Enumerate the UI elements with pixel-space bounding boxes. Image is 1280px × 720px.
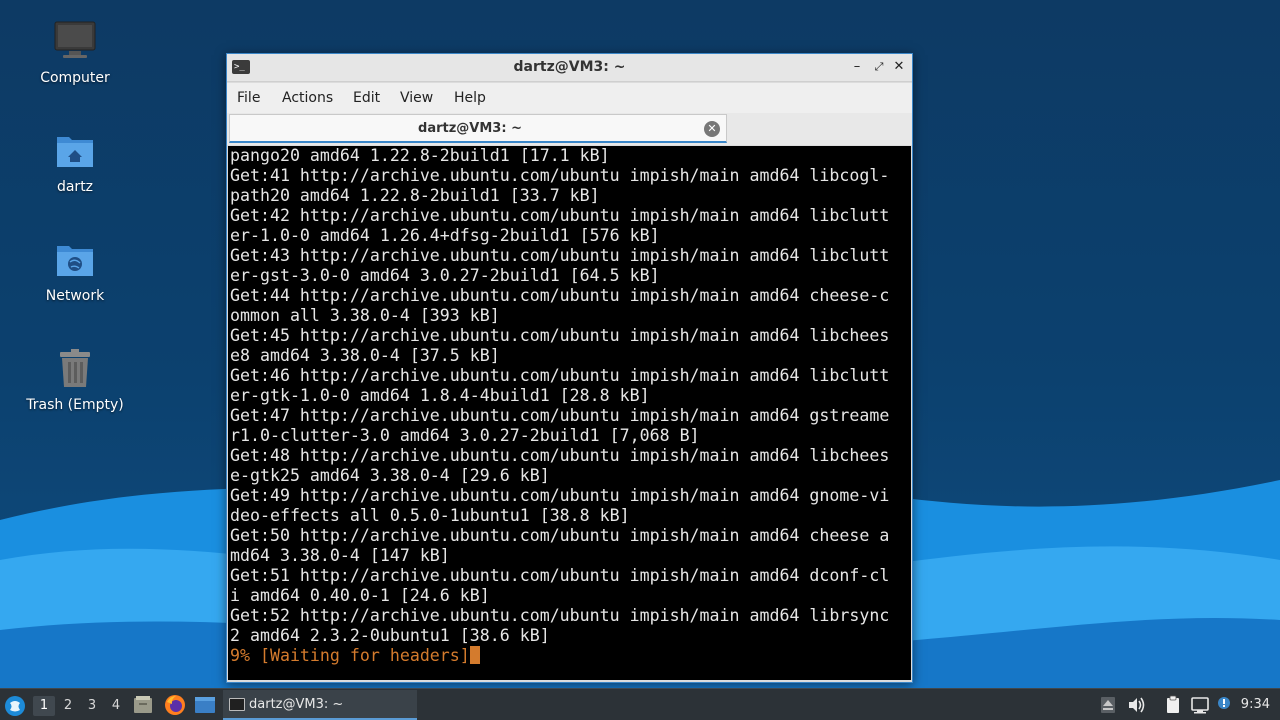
- terminal-line: 2 amd64 2.3.2-0ubuntu1 [38.6 kB]: [230, 626, 550, 645]
- terminal-line: er-gst-3.0-0 amd64 3.0.27-2build1 [64.5 …: [230, 266, 660, 285]
- terminal-line: e8 amd64 3.38.0-4 [37.5 kB]: [230, 346, 500, 365]
- maximize-icon[interactable]: ⤢: [870, 58, 888, 76]
- desktop-item-computer[interactable]: Computer: [20, 18, 130, 86]
- menu-view[interactable]: View: [400, 90, 433, 106]
- menu-file[interactable]: File: [237, 90, 260, 106]
- workspace-2[interactable]: 2: [57, 696, 79, 716]
- clipboard-icon[interactable]: [1163, 695, 1183, 715]
- home-folder-icon: [51, 127, 99, 175]
- terminal-line: Get:42 http://archive.ubuntu.com/ubuntu …: [230, 206, 890, 225]
- terminal-line: Get:48 http://archive.ubuntu.com/ubuntu …: [230, 446, 890, 465]
- task-label: dartz@VM3: ~: [249, 697, 344, 712]
- desktop-item-home[interactable]: dartz: [20, 127, 130, 195]
- terminal-lines: pango20 amd64 1.22.8-2build1 [17.1 kB] Ge…: [230, 146, 889, 666]
- desktop-item-label: Network: [45, 288, 105, 304]
- terminal-line: deo-effects all 0.5.0-1ubuntu1 [38.8 kB]: [230, 506, 630, 525]
- terminal-line: Get:41 http://archive.ubuntu.com/ubuntu …: [230, 166, 890, 185]
- desktop-item-trash[interactable]: Trash (Empty): [20, 345, 130, 413]
- workspace-1[interactable]: 1: [33, 696, 55, 716]
- file-manager-icon[interactable]: [133, 696, 153, 714]
- volume-icon[interactable]: [1126, 695, 1146, 715]
- computer-icon: [51, 18, 99, 66]
- start-menu-icon[interactable]: [4, 695, 26, 717]
- desktop-item-label: Trash (Empty): [26, 397, 124, 413]
- network-status-icon[interactable]: [1190, 695, 1210, 715]
- trash-icon: [51, 345, 99, 393]
- workspace-4[interactable]: 4: [105, 696, 127, 716]
- firefox-icon[interactable]: [164, 694, 186, 716]
- terminal-line: pango20 amd64 1.22.8-2build1 [17.1 kB]: [230, 146, 610, 165]
- terminal-line: Get:44 http://archive.ubuntu.com/ubuntu …: [230, 286, 890, 305]
- tab-terminal[interactable]: dartz@VM3: ~ ✕: [229, 114, 727, 143]
- terminal-line: Get:47 http://archive.ubuntu.com/ubuntu …: [230, 406, 890, 425]
- tab-close-icon[interactable]: ✕: [704, 121, 720, 137]
- eject-icon[interactable]: [1098, 695, 1118, 715]
- terminal-line: md64 3.38.0-4 [147 kB]: [230, 546, 450, 565]
- terminal-line: path20 amd64 1.22.8-2build1 [33.7 kB]: [230, 186, 600, 205]
- close-icon[interactable]: ✕: [890, 58, 908, 76]
- terminal-line: e-gtk25 amd64 3.38.0-4 [29.6 kB]: [230, 466, 550, 485]
- workspace-3[interactable]: 3: [81, 696, 103, 716]
- menu-help[interactable]: Help: [454, 90, 486, 106]
- minimize-icon[interactable]: –: [848, 58, 866, 76]
- tab-bar: dartz@VM3: ~ ✕: [227, 113, 912, 145]
- terminal-line: r1.0-clutter-3.0 amd64 3.0.27-2build1 [7…: [230, 426, 700, 445]
- status-text: 9% [Waiting for headers]: [230, 646, 470, 665]
- terminal-line: Get:50 http://archive.ubuntu.com/ubuntu …: [230, 526, 890, 545]
- network-folder-icon: [51, 236, 99, 284]
- terminal-status-line: 9% [Waiting for headers]: [230, 646, 889, 666]
- notification-icon[interactable]: [1216, 695, 1236, 715]
- show-desktop-icon[interactable]: [194, 696, 216, 714]
- taskbar-window-terminal[interactable]: dartz@VM3: ~: [223, 690, 417, 720]
- terminal-app-icon: [229, 698, 245, 711]
- terminal-line: Get:46 http://archive.ubuntu.com/ubuntu …: [230, 366, 890, 385]
- desktop-item-label: dartz: [56, 179, 94, 195]
- terminal-line: Get:49 http://archive.ubuntu.com/ubuntu …: [230, 486, 890, 505]
- window-titlebar[interactable]: >_ dartz@VM3: ~ – ⤢ ✕: [227, 54, 912, 82]
- menubar: File Actions Edit View Help: [227, 83, 912, 113]
- desktop-item-label: Computer: [40, 70, 110, 86]
- terminal-line: er-1.0-0 amd64 1.26.4+dfsg-2build1 [576 …: [230, 226, 660, 245]
- terminal-line: Get:45 http://archive.ubuntu.com/ubuntu …: [230, 326, 890, 345]
- terminal-line: ommon all 3.38.0-4 [393 kB]: [230, 306, 500, 325]
- terminal-window: >_ dartz@VM3: ~ – ⤢ ✕ File Actions Edit …: [226, 53, 913, 683]
- terminal-line: er-gtk-1.0-0 amd64 1.8.4-4build1 [28.8 k…: [230, 386, 650, 405]
- clock[interactable]: 9:34: [1241, 697, 1270, 712]
- window-title: dartz@VM3: ~: [513, 59, 626, 75]
- desktop-item-network[interactable]: Network: [20, 236, 130, 304]
- terminal-cursor: [469, 646, 480, 664]
- terminal-line: Get:52 http://archive.ubuntu.com/ubuntu …: [230, 606, 890, 625]
- terminal-output[interactable]: pango20 amd64 1.22.8-2build1 [17.1 kB] Ge…: [228, 146, 911, 680]
- terminal-line: Get:43 http://archive.ubuntu.com/ubuntu …: [230, 246, 890, 265]
- terminal-line: Get:51 http://archive.ubuntu.com/ubuntu …: [230, 566, 890, 585]
- menu-edit[interactable]: Edit: [353, 90, 380, 106]
- terminal-line: i amd64 0.40.0-1 [24.6 kB]: [230, 586, 490, 605]
- taskbar: 1 2 3 4 dartz@VM3: ~ 9:34: [0, 688, 1280, 720]
- tab-label: dartz@VM3: ~: [418, 121, 522, 136]
- menu-actions[interactable]: Actions: [282, 90, 333, 106]
